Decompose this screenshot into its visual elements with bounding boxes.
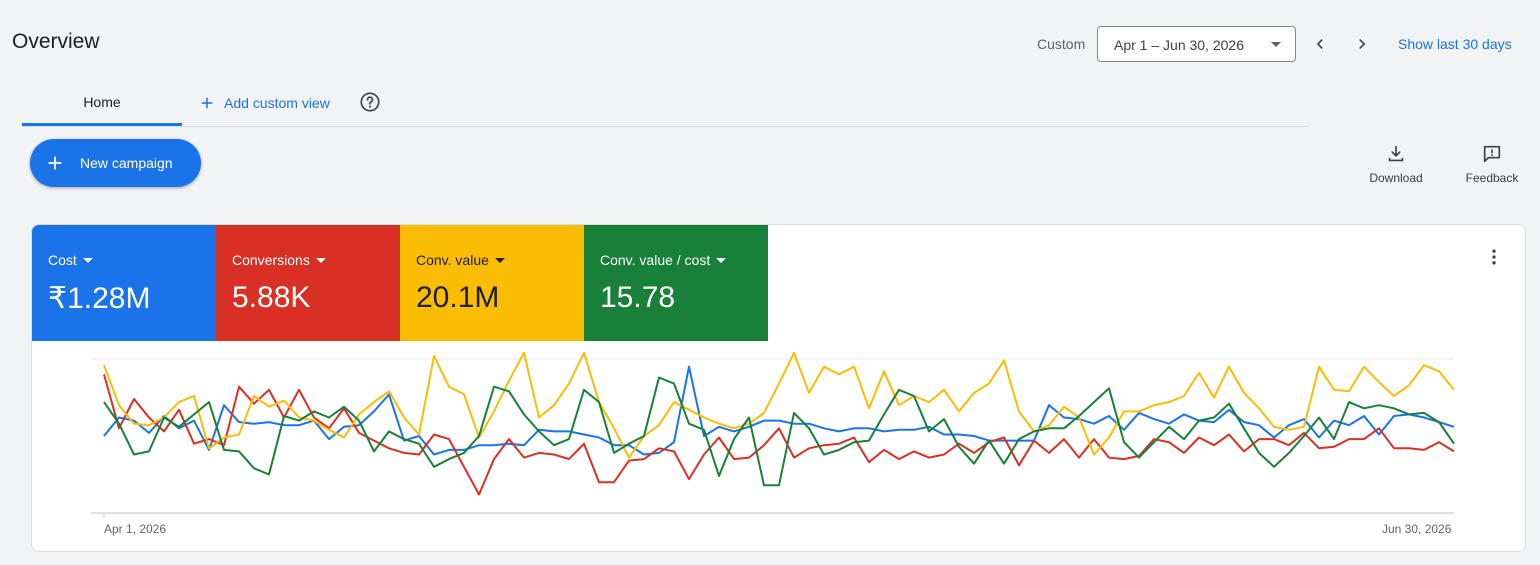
add-custom-view-button[interactable]: Add custom view [198, 92, 330, 114]
x-axis-end-label: Jun 30, 2026 [1382, 522, 1452, 536]
feedback-button[interactable]: Feedback [1460, 143, 1524, 185]
series-line-conversions [103, 374, 1455, 496]
series-line-conv-value-cost [103, 376, 1455, 487]
download-label: Download [1369, 171, 1423, 185]
tabs-divider [22, 126, 1310, 127]
line-chart [91, 351, 1455, 518]
previous-period-button[interactable] [1304, 28, 1336, 60]
tab-home-label: Home [83, 94, 121, 110]
next-period-button[interactable] [1346, 28, 1378, 60]
feedback-label: Feedback [1465, 171, 1519, 185]
chevron-right-icon [1359, 39, 1366, 49]
new-campaign-label: New campaign [80, 155, 173, 171]
plus-icon [48, 156, 62, 170]
show-last-30-days-link[interactable]: Show last 30 days [1398, 36, 1512, 52]
new-campaign-button[interactable]: New campaign [30, 139, 201, 187]
x-axis-start-label: Apr 1, 2026 [104, 522, 167, 536]
add-custom-view-label: Add custom view [224, 95, 330, 111]
chevron-left-icon [1316, 39, 1323, 49]
download-button[interactable]: Download [1364, 143, 1428, 185]
tab-home[interactable]: Home [22, 82, 182, 126]
date-range-value: Apr 1 – Jun 30, 2026 [1114, 37, 1244, 53]
feedback-icon [1483, 145, 1501, 163]
help-icon[interactable] [359, 91, 381, 113]
download-icon [1388, 145, 1404, 162]
date-range-label: Custom [1037, 36, 1086, 52]
dropdown-arrow-icon [1271, 42, 1281, 47]
page-title: Overview [12, 30, 100, 53]
plus-icon [201, 97, 213, 109]
performance-card: Cost ₹1.28M Conversions 5.88K Conv. valu… [31, 224, 1526, 552]
date-range-select[interactable]: Apr 1 – Jun 30, 2026 [1097, 26, 1296, 62]
